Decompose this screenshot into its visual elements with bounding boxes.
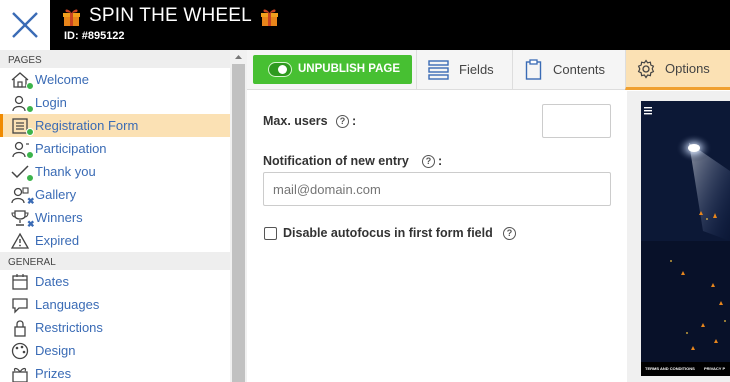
sidebar-item-registration-form[interactable]: Registration Form [0,114,230,137]
sidebar-item-welcome[interactable]: Welcome [0,68,230,91]
hamburger-icon[interactable] [644,107,654,115]
disable-autofocus-checkbox[interactable] [264,227,277,240]
tab-label: Fields [459,62,494,77]
gift-icon [63,9,80,26]
status-disabled-icon: ✖ [27,219,35,229]
tab-contents[interactable]: Contents [512,50,625,90]
sidebar-item-label: Design [35,343,76,358]
gift-outline-icon [12,367,28,382]
sidebar-item-label: Prizes [35,366,72,381]
preview-footer: TERMS AND CONDITIONS PRIVACY P [641,362,730,376]
sidebar-item-design[interactable]: Design [0,339,230,362]
sidebar-item-participation[interactable]: Participation [0,137,230,160]
sidebar-item-restrictions[interactable]: Restrictions [0,316,230,339]
sidebar-item-languages[interactable]: Languages [0,293,230,316]
status-active-dot [26,128,34,136]
sidebar-item-thank-you[interactable]: Thank you [0,160,230,183]
sidebar-item-label: Welcome [35,72,89,87]
app-header: SPIN THE WHEEL ID: #895122 [0,0,730,50]
disable-autofocus-label: Disable autofocus in first form field [283,226,493,240]
tab-label: Contents [553,62,606,77]
close-icon [12,12,38,38]
status-disabled-icon: ✖ [27,196,35,206]
active-indicator [0,114,3,137]
section-header-pages: PAGES [0,50,230,68]
status-active-dot [26,82,34,90]
sidebar-item-label: Expired [35,233,80,248]
unpublish-page-button[interactable]: UNPUBLISH PAGE [253,55,412,84]
lock-icon [14,320,26,337]
warning-icon [10,232,30,249]
tab-fields[interactable]: Fields [416,50,512,90]
sidebar-item-label: Participation [35,141,107,156]
sidebar-item-label: Registration Form [35,118,139,133]
unpublish-page-label: UNPUBLISH PAGE [298,63,401,75]
sidebar-item-label: Restrictions [35,320,103,335]
sidebar-item-expired[interactable]: Expired [0,229,230,252]
help-icon[interactable]: ? [503,227,516,240]
colon: : [352,114,357,128]
speech-bubble-icon [12,298,28,314]
tab-options[interactable]: Options [625,50,730,90]
scroll-up-arrow-icon[interactable] [230,50,247,64]
sidebar-item-label: Login [35,95,67,110]
title-row: SPIN THE WHEEL [62,4,279,28]
preview-terms-link: TERMS AND CONDITIONS [645,366,695,371]
help-icon[interactable]: ? [422,155,435,168]
sidebar-item-login[interactable]: Login [0,91,230,114]
section-header-general: GENERAL [0,252,230,270]
sidebar-item-label: Gallery [35,187,77,202]
sidebar: PAGES Welcome Login Registration Form Pa… [0,50,230,382]
campaign-id: ID: #895122 [64,30,125,42]
sidebar-item-winners[interactable]: ✖ Winners [0,206,230,229]
gear-icon [637,59,655,79]
gift-icon [260,9,278,26]
preview-background-image [641,101,730,376]
sidebar-item-label: Languages [35,297,100,312]
sidebar-item-label: Dates [35,274,69,289]
calendar-icon [12,274,28,290]
status-active-dot [26,151,34,159]
page-title: SPIN THE WHEEL [89,5,252,26]
sidebar-item-gallery[interactable]: ✖ Gallery [0,183,230,206]
status-active-dot [26,174,34,182]
preview-privacy-link: PRIVACY P [703,366,726,371]
sidebar-item-label: Winners [35,210,83,225]
notification-email-input[interactable] [263,172,611,206]
toggle-icon [268,62,292,77]
sidebar-item-label: Thank you [35,164,96,179]
clipboard-icon [525,59,542,80]
notification-label: Notification of new entry [263,154,409,168]
colon: : [438,154,443,168]
max-users-input[interactable] [542,104,611,138]
sidebar-item-prizes[interactable]: Prizes [0,362,230,382]
palette-icon [11,342,29,360]
status-active-dot [26,105,34,113]
page-preview[interactable]: TERMS AND CONDITIONS PRIVACY P [641,101,730,376]
close-button[interactable] [0,0,50,50]
max-users-label: Max. users [263,114,328,128]
tab-label: Options [665,61,710,76]
sidebar-scrollbar-thumb[interactable] [232,64,245,382]
help-icon[interactable]: ? [336,115,349,128]
list-icon [428,60,449,80]
sidebar-item-dates[interactable]: Dates [0,270,230,293]
